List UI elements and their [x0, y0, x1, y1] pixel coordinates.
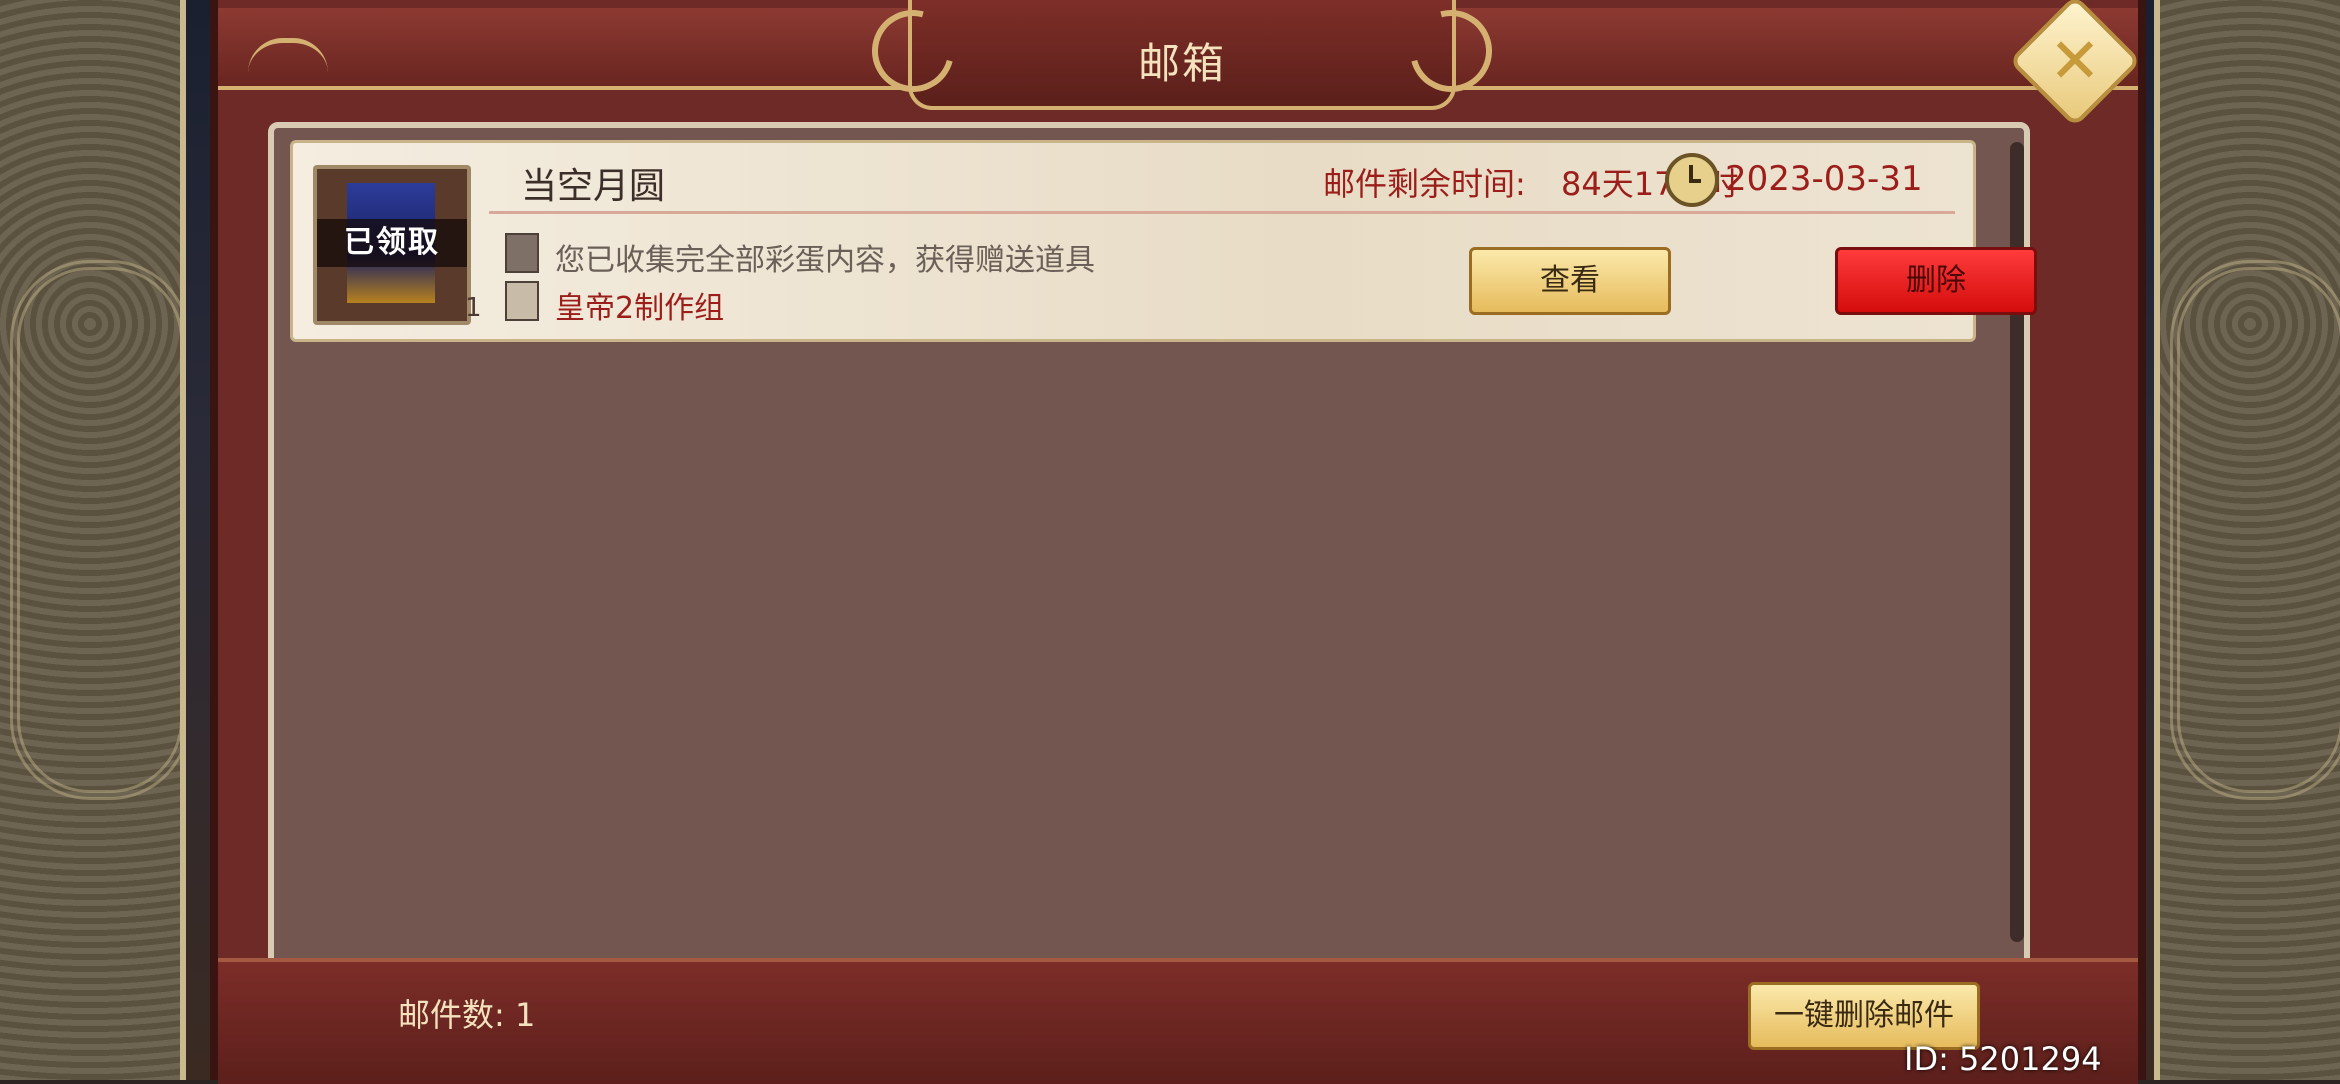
- left-dragon-panel: [0, 0, 190, 1080]
- mail-attachment-thumbnail[interactable]: 已领取: [313, 165, 471, 325]
- mail-title: 当空月圆: [521, 166, 666, 207]
- user-id: ID: 5201294: [1904, 1040, 2102, 1078]
- right-dragon-panel: [2154, 0, 2340, 1080]
- mail-sender: 皇帝2制作组: [555, 291, 725, 326]
- window-title: 邮箱: [1137, 39, 1226, 88]
- divider: [489, 211, 1955, 214]
- claimed-badge: 已领取: [317, 219, 467, 267]
- mail-count: 邮件数: 1: [398, 996, 536, 1034]
- delete-button[interactable]: 删除: [1835, 247, 2037, 315]
- mail-date: 2023-03-31: [1725, 159, 1923, 199]
- title-plaque: 邮箱: [856, 0, 1508, 110]
- footer-bar: 邮件数: 1 一键删除邮件: [218, 958, 2138, 1084]
- document-icon: [505, 233, 539, 273]
- person-icon: [505, 281, 539, 321]
- mail-description: 您已收集完全部彩蛋内容，获得赠送道具: [555, 243, 1095, 278]
- dragon-decoration: [10, 260, 190, 800]
- close-icon: ✕: [2049, 24, 2101, 97]
- corner-ornament: [248, 38, 328, 73]
- attachment-quantity: 1: [465, 293, 482, 323]
- mailbox-window: 邮箱 已领取 1 当空月圆 邮件剩余时间: 84天17小时 2023-03-31…: [210, 0, 2146, 1084]
- dragon-decoration: [2170, 260, 2340, 800]
- clock-icon: [1665, 153, 1719, 207]
- expire-label: 邮件剩余时间:: [1323, 165, 1526, 203]
- mail-item[interactable]: 已领取 1 当空月圆 邮件剩余时间: 84天17小时 2023-03-31 您已…: [290, 140, 2037, 342]
- view-button[interactable]: 查看: [1469, 247, 1671, 315]
